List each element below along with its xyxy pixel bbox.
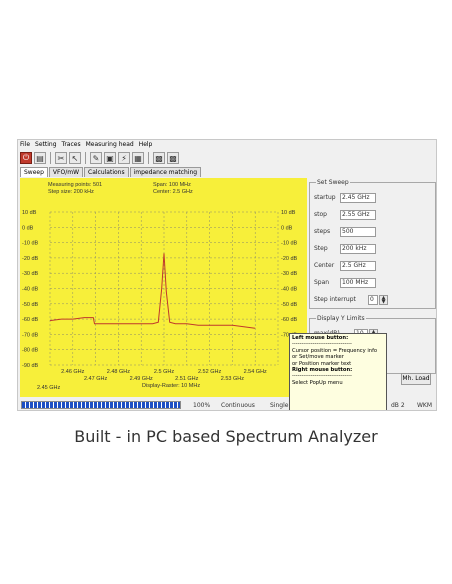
startup-field[interactable]: 2.45 GHz [340, 192, 376, 203]
mh-load-button[interactable]: Mh. Load [401, 373, 431, 385]
span-label: Span: 100 MHz [153, 182, 191, 188]
sweep-progress-fill [22, 402, 180, 408]
cursor-icon[interactable]: ↖ [69, 152, 81, 164]
x-tick-label: 2.49 GHz [130, 376, 153, 382]
set-sweep-title: Set Sweep [316, 178, 350, 187]
progress-text: 100% [193, 402, 211, 409]
db2-button[interactable]: dB 2 [391, 400, 405, 410]
step-label: Step [314, 245, 328, 252]
y-tick-label-right: -40 dB [281, 287, 298, 293]
spectrum-analyzer-window: File Setting Traces Measuring head Help … [17, 139, 437, 411]
continuous-button[interactable]: Continuous [221, 400, 255, 410]
sweep-row-startup: startup 2.45 GHz [314, 192, 426, 203]
toolbar-separator [50, 152, 51, 164]
pen-icon[interactable]: ✎ [90, 152, 102, 164]
start-frequency-label: 2.45 GHz [37, 385, 60, 391]
toolbar-separator [148, 152, 149, 164]
calculator-icon[interactable]: ▦ [132, 152, 144, 164]
y-tick-label-left: -80 dB [22, 348, 39, 354]
y-tick-label-left: 0 dB [22, 225, 34, 231]
grid-icon[interactable]: ▩ [153, 152, 165, 164]
y-tick-label-right: -20 dB [281, 256, 298, 262]
stop-label: stop [314, 211, 327, 218]
x-tick-label: 2.51 GHz [175, 376, 198, 382]
y-tick-label-left: -10 dB [22, 241, 39, 247]
tooltip-line: Select PopUp menu [292, 379, 343, 386]
span-field[interactable]: 100 MHz [340, 277, 376, 288]
steps-field[interactable]: 500 [340, 226, 376, 237]
display-raster-label: Display-Raster: 10 MHz [142, 383, 200, 389]
status-bar: 100% Continuous Single dB 2 WKM [18, 400, 436, 410]
y-tick-label-left: -30 dB [22, 271, 39, 277]
menu-traces[interactable]: Traces [62, 140, 81, 150]
y-tick-label-right: -60 dB [281, 317, 298, 323]
sweep-row-span: Span 100 MHz [314, 277, 426, 288]
y-tick-label-left: -60 dB [22, 317, 39, 323]
y-tick-label-right: -50 dB [281, 302, 298, 308]
spectrum-chart-svg[interactable]: 10 dB 10 dB 0 dB 0 dB -10 dB -10 dB -20 dB -20 … [20, 178, 307, 397]
set-sweep-group: Set Sweep startup 2.45 GHz stop 2.55 GHz… [309, 178, 436, 309]
x-tick-label: 2.47 GHz [84, 376, 107, 382]
step-interrupt-label: Step interrupt [314, 296, 356, 303]
disk-icon[interactable]: ▣ [104, 152, 116, 164]
y-tick-label-left: -40 dB [22, 287, 39, 293]
power-icon[interactable]: ⏻ [20, 152, 32, 164]
sweep-progress-bar [21, 401, 181, 409]
x-tick-label: 2.52 GHz [198, 369, 221, 375]
tab-impedance-matching[interactable]: impedance matching [129, 167, 202, 177]
span-field-label: Span [314, 279, 330, 286]
figure-caption: Built - in PC based Spectrum Analyzer [74, 427, 378, 446]
y-tick-label-left: -70 dB [22, 332, 39, 338]
stop-field[interactable]: 2.55 GHz [340, 209, 376, 220]
save-icon[interactable]: ▤ [34, 152, 46, 164]
menu-bar: File Setting Traces Measuring head Help [18, 140, 436, 150]
sweep-row-steps: steps 500 [314, 226, 426, 237]
tab-vfo-mw[interactable]: VFO/mW [48, 167, 83, 177]
toolbar: ⏻ ▤ ✂ ↖ ✎ ▣ ⚡ ▦ ▩ ▩ [20, 151, 179, 165]
menu-setting[interactable]: Setting [35, 140, 56, 150]
step-size-label: Step size: 200 kHz [48, 189, 94, 195]
sweep-row-stop: stop 2.55 GHz [314, 209, 426, 220]
y-tick-label-left: -20 dB [22, 256, 39, 262]
display-y-limits-title: Display Y Limits [316, 314, 366, 323]
y-tick-label-right: 10 dB [281, 210, 296, 216]
x-tick-label: 2.5 GHz [154, 369, 174, 375]
menu-measuring-head[interactable]: Measuring head [86, 140, 134, 150]
measuring-points-label: Measuring points: 501 [48, 182, 102, 188]
step-interrupt-field[interactable]: 0 [368, 294, 378, 305]
sweep-row-interrupt: Step interrupt 0 ▲ ▼ [314, 294, 426, 305]
menu-file[interactable]: File [20, 140, 30, 150]
grid-alt-icon[interactable]: ▩ [167, 152, 179, 164]
steps-label: steps [314, 228, 331, 235]
step-interrupt-spinner[interactable]: ▲ ▼ [379, 294, 388, 305]
y-tick-label-right: 0 dB [281, 225, 293, 231]
y-tick-label-left: 10 dB [22, 210, 37, 216]
spectrum-chart[interactable]: 10 dB 10 dB 0 dB 0 dB -10 dB -10 dB -20 dB -20 … [20, 178, 307, 397]
x-tick-label: 2.46 GHz [61, 369, 84, 375]
startup-label: startup [314, 194, 336, 201]
menu-help[interactable]: Help [139, 140, 153, 150]
y-tick-label-right: -10 dB [281, 241, 298, 247]
single-button[interactable]: Single [270, 400, 288, 410]
tab-sweep[interactable]: Sweep [20, 167, 48, 177]
tab-calculations[interactable]: Calculations [84, 167, 129, 177]
center-field[interactable]: 2.5 GHz [340, 260, 376, 271]
x-tick-label: 2.48 GHz [107, 369, 130, 375]
x-tick-label: 2.53 GHz [221, 376, 244, 382]
center-field-label: Center [314, 262, 335, 269]
y-tick-label-right: -30 dB [281, 271, 298, 277]
wrench-icon[interactable]: ✂ [55, 152, 67, 164]
lightning-icon[interactable]: ⚡ [118, 152, 130, 164]
toolbar-separator [85, 152, 86, 164]
spectrum-trace [49, 253, 256, 329]
sweep-row-center: Center 2.5 GHz [314, 260, 426, 271]
x-tick-label: 2.54 GHz [244, 369, 267, 375]
y-tick-label-left: -90 dB [22, 363, 39, 369]
center-label: Center: 2.5 GHz [153, 189, 193, 195]
tab-bar: Sweep VFO/mW Calculations impedance matc… [20, 167, 202, 177]
sweep-row-step: Step 200 kHz [314, 243, 426, 254]
y-tick-label-left: -50 dB [22, 302, 39, 308]
step-field[interactable]: 200 kHz [340, 243, 376, 254]
wkm-button[interactable]: WKM [417, 400, 432, 410]
